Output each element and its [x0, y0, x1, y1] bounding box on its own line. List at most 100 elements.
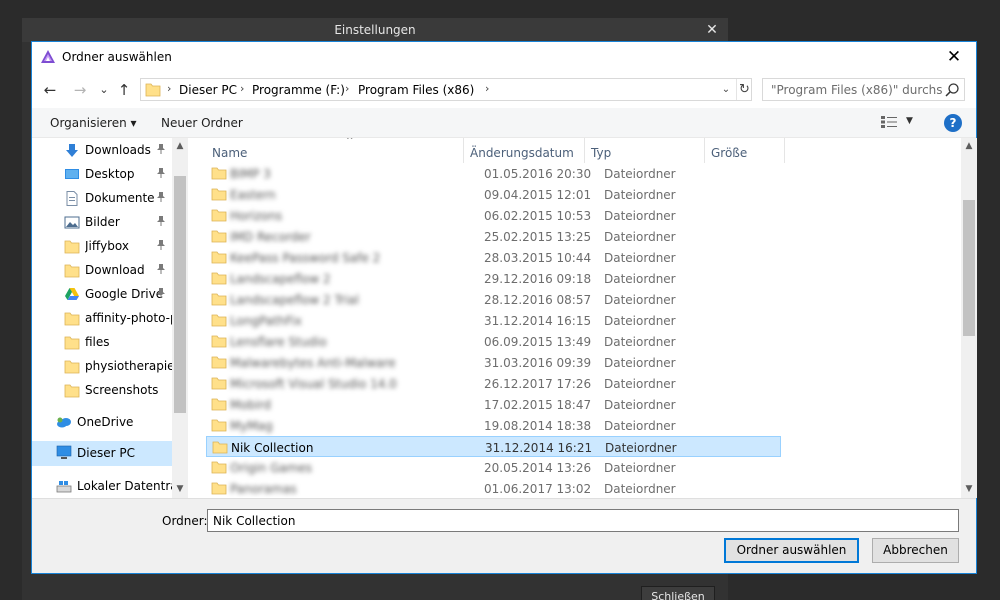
breadcrumb-separator-icon: › [167, 82, 172, 95]
table-row[interactable]: Eastern 09.04.2015 12:01 Dateiordner [206, 184, 781, 205]
nav-item-onedrive[interactable]: OneDrive [32, 411, 172, 434]
refresh-icon[interactable]: ↻ [736, 79, 752, 100]
pin-icon [156, 287, 166, 299]
breadcrumb-programme[interactable]: Programme (F:) [252, 83, 345, 97]
pin-icon [156, 191, 166, 203]
file-type: Dateiordner [604, 398, 676, 412]
nav-item-this-pc[interactable]: Dieser PC [32, 441, 172, 466]
cancel-button[interactable]: Abbrechen [872, 538, 959, 563]
document-icon [66, 191, 78, 206]
up-arrow-icon[interactable]: ↑ [114, 80, 134, 100]
nav-item-documents[interactable]: Dokumente [32, 187, 172, 210]
file-type: Dateiordner [604, 377, 676, 391]
view-options-icon[interactable] [880, 115, 898, 129]
file-name: Microsoft Visual Studio 14.0 [230, 377, 397, 391]
address-dropdown-icon[interactable]: ⌄ [719, 82, 733, 98]
nav-item-google-drive[interactable]: Google Drive [32, 283, 172, 306]
forward-arrow-icon[interactable]: → [70, 80, 90, 100]
column-header-size[interactable]: Größe [705, 138, 785, 163]
table-row[interactable]: Landscapeflow 2 29.12.2016 09:18 Dateiordn… [206, 268, 781, 289]
settings-close-button[interactable]: Schließen [641, 586, 715, 600]
file-type: Dateiordner [604, 461, 676, 475]
file-name: LongPathFix [230, 314, 302, 328]
file-type: Dateiordner [604, 209, 676, 223]
file-scroll-thumb[interactable] [963, 200, 975, 336]
folder-icon [64, 360, 80, 374]
table-row[interactable]: BIMP 3 01.05.2016 20:30 Dateiordner [206, 163, 781, 184]
search-icon[interactable] [944, 82, 960, 98]
new-folder-button[interactable]: Neuer Ordner [161, 116, 243, 130]
file-type: Dateiordner [604, 251, 676, 265]
view-dropdown-icon[interactable]: ▼ [906, 116, 913, 126]
nav-scrollbar[interactable]: ▲ ▼ [172, 138, 188, 498]
search-input[interactable]: "Program Files (x86)" durchsu... [762, 78, 965, 101]
computer-icon [56, 445, 72, 459]
file-name: Malwarebytes Anti-Malware [230, 356, 396, 370]
table-row[interactable]: Panoramas 01.06.2017 13:02 Dateiordner [206, 478, 781, 498]
file-type: Dateiordner [604, 482, 676, 496]
nav-scroll-thumb[interactable] [174, 176, 186, 413]
file-date: 06.09.2015 13:49 [484, 335, 592, 349]
folder-icon [211, 377, 227, 390]
table-row[interactable]: Origin Games 20.05.2014 13:26 Dateiordner [206, 457, 781, 478]
scroll-up-icon[interactable]: ▲ [961, 138, 977, 154]
file-type: Dateiordner [604, 293, 676, 307]
file-type: Dateiordner [604, 356, 676, 370]
folder-icon [211, 419, 227, 432]
nav-item-download[interactable]: Download [32, 259, 172, 282]
table-row[interactable]: LongPathFix 31.12.2014 16:15 Dateiordner [206, 310, 781, 331]
nav-item-local-disk[interactable]: Lokaler Datenträg [32, 475, 173, 498]
file-type: Dateiordner [604, 314, 676, 328]
google-drive-icon [65, 288, 79, 300]
folder-icon [211, 167, 227, 180]
nav-item-label: affinity-photo-p [85, 311, 173, 325]
folder-icon [211, 398, 227, 411]
table-row[interactable]: Landscapeflow 2 Trial 28.12.2016 08:57 Dat… [206, 289, 781, 310]
folder-name-input[interactable] [207, 509, 959, 532]
back-arrow-icon[interactable]: ← [40, 80, 60, 100]
breadcrumb-dieser-pc[interactable]: Dieser PC [179, 83, 237, 97]
select-folder-button[interactable]: Ordner auswählen [724, 538, 859, 563]
table-row[interactable]: MyMag 19.08.2014 18:38 Dateiordner [206, 415, 781, 436]
recent-locations-icon[interactable]: ⌄ [94, 80, 114, 100]
column-header-name[interactable]: Name ^ [206, 138, 464, 163]
breadcrumb-program-files[interactable]: Program Files (x86) [358, 83, 474, 97]
nav-item-pictures[interactable]: Bilder [32, 211, 172, 234]
file-date: 31.03.2016 09:39 [484, 356, 592, 370]
column-header-date[interactable]: Änderungsdatum [464, 138, 585, 163]
desktop-icon [65, 169, 79, 179]
nav-item-screenshots[interactable]: Screenshots [32, 379, 172, 402]
table-row[interactable]: Lensflare Studio 06.09.2015 13:49 Dateiord… [206, 331, 781, 352]
file-type: Dateiordner [604, 167, 676, 181]
table-row[interactable]: IMD Recorder 25.02.2015 13:25 Dateiordner [206, 226, 781, 247]
file-name: KeePass Password Safe 2 [230, 251, 381, 265]
file-date: 31.12.2014 16:21 [485, 441, 593, 455]
help-icon[interactable]: ? [944, 114, 962, 132]
table-row[interactable]: Malwarebytes Anti-Malware 31.03.2016 09:3… [206, 352, 781, 373]
folder-icon [145, 83, 161, 97]
breadcrumb-separator-icon: › [485, 82, 490, 95]
dialog-close-icon[interactable]: ✕ [932, 42, 976, 73]
nav-item-physiotherapie[interactable]: physiotherapie-g [32, 355, 173, 378]
scroll-down-icon[interactable]: ▼ [172, 481, 188, 497]
nav-item-downloads[interactable]: Downloads [32, 139, 172, 162]
table-row[interactable]: Nik Collection 31.12.2014 16:21 Dateiordne… [206, 436, 781, 457]
table-row[interactable]: Horizons 06.02.2015 10:53 Dateiordner [206, 205, 781, 226]
nav-item-files[interactable]: files [32, 331, 172, 354]
nav-item-affinity-photo[interactable]: affinity-photo-p [32, 307, 173, 330]
organize-menu[interactable]: Organisieren ▾ [50, 116, 137, 130]
table-row[interactable]: Microsoft Visual Studio 14.0 26.12.2017 1… [206, 373, 781, 394]
nav-item-jiffybox[interactable]: Jiffybox [32, 235, 172, 258]
table-row[interactable]: Mobird 17.02.2015 18:47 Dateiordner [206, 394, 781, 415]
column-header-type[interactable]: Typ [585, 138, 705, 163]
nav-item-label: Screenshots [85, 383, 159, 397]
scroll-down-icon[interactable]: ▼ [961, 481, 977, 497]
scroll-up-icon[interactable]: ▲ [172, 138, 188, 154]
folder-icon [64, 336, 80, 350]
settings-close-icon[interactable]: ✕ [700, 18, 724, 42]
nav-item-desktop[interactable]: Desktop [32, 163, 172, 186]
file-list-scrollbar[interactable]: ▲ ▼ [961, 138, 977, 498]
address-bar[interactable]: › Dieser PC › Programme (F:) › Program F… [140, 78, 752, 101]
file-date: 19.08.2014 18:38 [484, 419, 592, 433]
table-row[interactable]: KeePass Password Safe 2 28.03.2015 10:44 D… [206, 247, 781, 268]
